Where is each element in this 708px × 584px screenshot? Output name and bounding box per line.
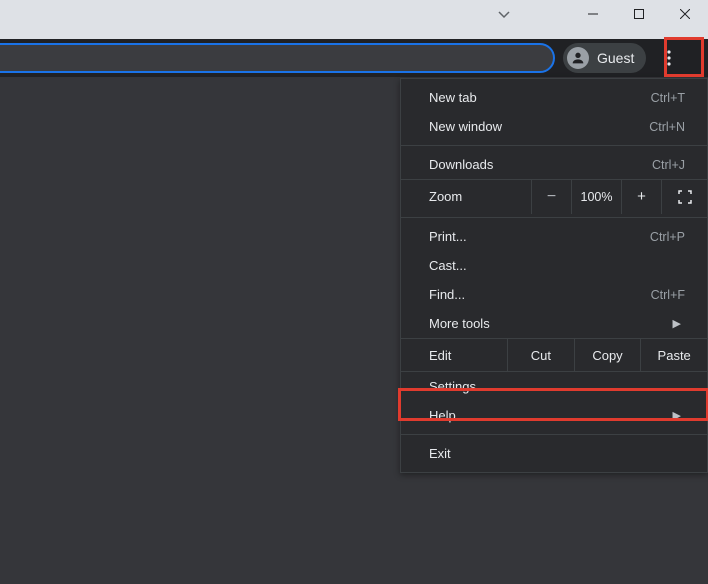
menu-label: New window (429, 119, 502, 134)
fullscreen-button[interactable] (661, 180, 707, 214)
menu-shortcut: Ctrl+T (651, 91, 685, 105)
chevron-right-icon: ▶ (673, 409, 685, 422)
cut-button[interactable]: Cut (507, 339, 574, 371)
browser-toolbar: Guest (0, 39, 708, 77)
menu-label: Settings (429, 379, 476, 394)
menu-item-zoom: Zoom − 100% + (401, 179, 707, 213)
menu-item-new-tab[interactable]: New tab Ctrl+T (401, 83, 707, 112)
tab-search-chevron-icon[interactable] (494, 8, 514, 22)
edit-label: Edit (401, 339, 507, 371)
menu-item-print[interactable]: Print... Ctrl+P (401, 222, 707, 251)
menu-item-new-window[interactable]: New window Ctrl+N (401, 112, 707, 141)
menu-label: Help (429, 408, 456, 423)
menu-item-edit: Edit Cut Copy Paste (401, 338, 707, 372)
paste-button[interactable]: Paste (640, 339, 707, 371)
menu-label: Cast... (429, 258, 467, 273)
zoom-level: 100% (571, 180, 621, 214)
profile-label: Guest (597, 50, 634, 66)
menu-separator (401, 145, 707, 146)
menu-separator (401, 434, 707, 435)
maximize-button[interactable] (616, 0, 662, 28)
zoom-out-button[interactable]: − (531, 180, 571, 214)
zoom-in-button[interactable]: + (621, 180, 661, 214)
menu-item-help[interactable]: Help ▶ (401, 401, 707, 430)
main-menu: New tab Ctrl+T New window Ctrl+N Downloa… (400, 78, 708, 473)
menu-shortcut: Ctrl+P (650, 230, 685, 244)
menu-shortcut: Ctrl+F (651, 288, 685, 302)
menu-item-cast[interactable]: Cast... (401, 251, 707, 280)
menu-label: Exit (429, 446, 451, 461)
menu-label: New tab (429, 90, 477, 105)
menu-label: Print... (429, 229, 467, 244)
kebab-menu-button[interactable] (652, 41, 686, 75)
menu-item-settings[interactable]: Settings (401, 372, 707, 401)
menu-item-downloads[interactable]: Downloads Ctrl+J (401, 150, 707, 179)
avatar-icon (567, 47, 589, 69)
menu-separator (401, 217, 707, 218)
close-button[interactable] (662, 0, 708, 28)
window-controls (570, 0, 708, 28)
menu-label: Find... (429, 287, 465, 302)
chevron-right-icon: ▶ (673, 317, 685, 330)
menu-shortcut: Ctrl+N (649, 120, 685, 134)
address-bar[interactable] (0, 43, 555, 73)
menu-item-exit[interactable]: Exit (401, 439, 707, 468)
menu-label: Downloads (429, 157, 493, 172)
menu-label: More tools (429, 316, 490, 331)
minimize-button[interactable] (570, 0, 616, 28)
menu-item-more-tools[interactable]: More tools ▶ (401, 309, 707, 338)
menu-shortcut: Ctrl+J (652, 158, 685, 172)
zoom-label: Zoom (401, 189, 531, 204)
profile-chip[interactable]: Guest (563, 43, 646, 73)
copy-button[interactable]: Copy (574, 339, 641, 371)
menu-item-find[interactable]: Find... Ctrl+F (401, 280, 707, 309)
fullscreen-icon (678, 190, 692, 204)
